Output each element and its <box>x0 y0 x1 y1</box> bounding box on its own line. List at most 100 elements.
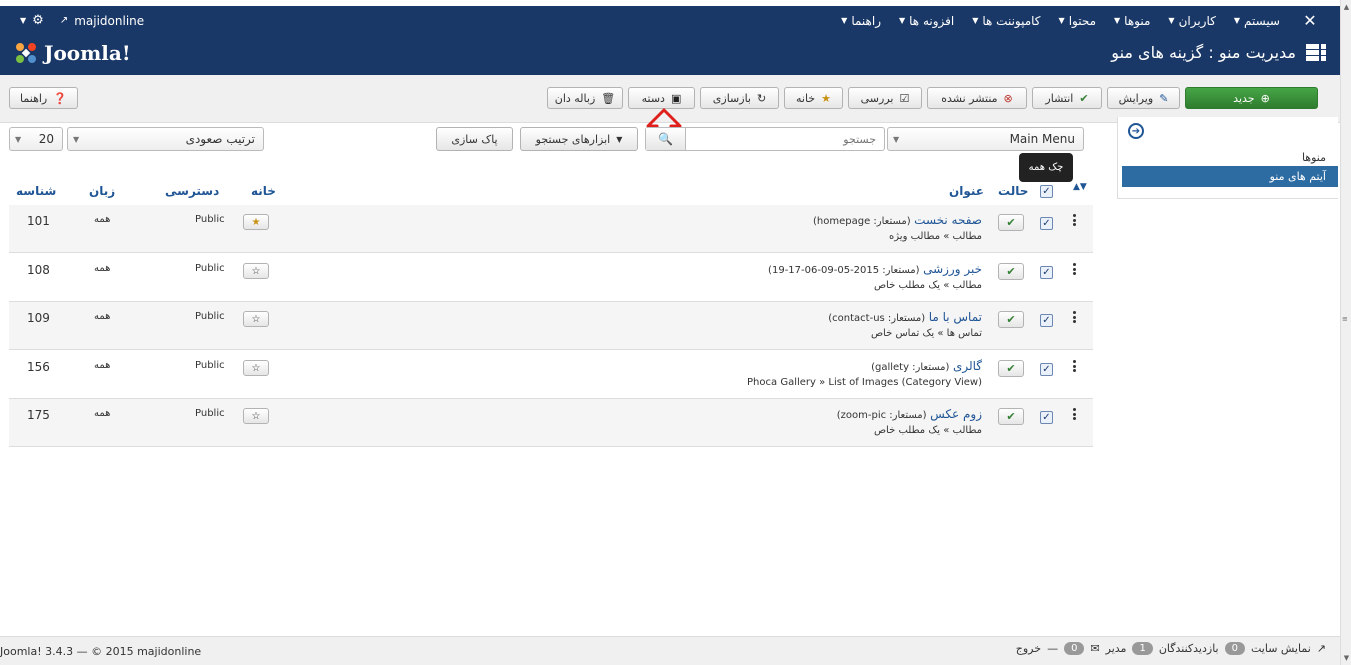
home-toggle[interactable]: ★ <box>243 214 269 230</box>
column-home[interactable]: خانه <box>251 184 276 198</box>
menu-extensions[interactable]: افزونه ها ▼ <box>899 14 954 28</box>
help-button[interactable]: راهنما ❓ <box>9 87 78 109</box>
rebuild-button[interactable]: بازسازی ↻ <box>700 87 779 109</box>
item-title-link[interactable]: صفحه نخست <box>914 213 982 227</box>
home-toggle[interactable]: ☆ <box>243 360 269 376</box>
item-access: Public <box>195 360 225 371</box>
check-icon: ✔ <box>1006 313 1016 326</box>
drag-handle-icon[interactable] <box>1073 263 1077 275</box>
column-access[interactable]: دسترسی <box>165 184 219 198</box>
top-menu: ✕ سیستم ▼ کاربران ▼ منوها ▼ محتوا ▼ کامپوننت… <box>823 6 1320 35</box>
published-toggle[interactable]: ✔ <box>998 214 1024 231</box>
home-toggle[interactable]: ☆ <box>243 408 269 424</box>
row-checkbox[interactable]: ✓ <box>1040 217 1053 230</box>
top-navbar: ✕ سیستم ▼ کاربران ▼ منوها ▼ محتوا ▼ کامپوننت… <box>0 0 1340 35</box>
column-status[interactable]: حالت <box>998 184 1028 198</box>
item-alias: (مستعار: homepage) <box>812 216 911 227</box>
drag-handle-icon[interactable] <box>1073 311 1077 323</box>
list-icon <box>1306 43 1326 62</box>
item-type: تماس ها » یک تماس خاص <box>870 328 982 339</box>
new-label: جدید <box>1233 91 1255 105</box>
published-toggle[interactable]: ✔ <box>998 263 1024 280</box>
menu-help[interactable]: راهنما ▼ <box>841 14 881 28</box>
item-alias: (مستعار: zoom-pic) <box>836 410 927 421</box>
sidebar-item-menus[interactable]: منوها <box>1302 151 1326 164</box>
row-checkbox[interactable]: ✓ <box>1040 363 1053 376</box>
chevron-down-icon: ▼ <box>972 16 979 25</box>
envelope-icon[interactable]: ✉ <box>1090 642 1099 655</box>
row-checkbox[interactable]: ✓ <box>1040 314 1053 327</box>
order-select[interactable]: ▼ ترتیب صعودی <box>67 127 264 151</box>
limit-select[interactable]: ▼ 20 <box>9 127 63 151</box>
published-toggle[interactable]: ✔ <box>998 360 1024 377</box>
row-checkbox[interactable]: ✓ <box>1040 411 1053 424</box>
menu-menus[interactable]: منوها ▼ <box>1114 14 1150 28</box>
clear-button[interactable]: پاک سازی <box>436 127 513 151</box>
checkin-button[interactable]: بررسی ☑ <box>848 87 922 109</box>
joomla-icon[interactable]: ✕ <box>1300 11 1320 31</box>
logout-link[interactable]: خروج <box>1016 642 1041 655</box>
refresh-icon: ↻ <box>757 91 767 105</box>
scrollbar[interactable]: ▲ ≡ ▼ <box>1340 0 1351 665</box>
item-language: همه <box>94 408 111 419</box>
check-all-checkbox[interactable]: ✓ <box>1040 185 1053 198</box>
new-button[interactable]: جدید ⊕ <box>1185 87 1318 109</box>
column-title[interactable]: عنوان <box>949 184 984 198</box>
chevron-down-icon: ▼ <box>1168 16 1175 25</box>
remove-circle-icon: ⊗ <box>1003 91 1013 105</box>
user-menu[interactable]: ▼ ⚙ <box>20 13 44 28</box>
drag-handle-icon[interactable] <box>1073 214 1077 226</box>
batch-button[interactable]: دسته ▣ <box>628 87 695 109</box>
home-button[interactable]: خانه ★ <box>784 87 843 109</box>
item-title-link[interactable]: خبر ورزشی <box>923 262 982 276</box>
menu-select[interactable]: ▼ Main Menu <box>887 127 1084 151</box>
star-outline-icon: ☆ <box>251 362 261 374</box>
page-header: Joomla! مدیریت منو : گزینه های منو <box>0 35 1340 75</box>
row-checkbox[interactable]: ✓ <box>1040 266 1053 279</box>
item-title-link[interactable]: زوم عکس <box>930 407 982 421</box>
rebuild-label: بازسازی <box>712 91 751 105</box>
column-id[interactable]: شناسه <box>16 184 56 198</box>
item-title-link[interactable]: گالری <box>953 359 982 373</box>
trash-icon: 🗑 <box>601 91 616 105</box>
item-title-link[interactable]: تماس با ما <box>929 310 982 324</box>
sidebar: ➔ منوها آیتم های منو <box>1117 117 1338 199</box>
chevron-down-icon: ▼ <box>1114 16 1121 25</box>
table-row: ✓ ✔ گالری (مستعار: gallety) Phoca Gallery »… <box>9 351 1093 399</box>
star-outline-icon: ☆ <box>251 313 261 325</box>
item-title-line: خبر ورزشی (مستعار: 2015-05-09-06-17-19) <box>768 262 982 276</box>
drag-handle-icon[interactable] <box>1073 408 1077 420</box>
column-language[interactable]: زبان <box>89 184 115 198</box>
gear-icon: ⚙ <box>32 13 44 28</box>
joomla-logo[interactable]: Joomla! <box>12 39 131 67</box>
menu-content[interactable]: محتوا ▼ <box>1059 14 1096 28</box>
scroll-down-icon[interactable]: ▼ <box>1342 653 1351 662</box>
published-toggle[interactable]: ✔ <box>998 311 1024 328</box>
arrow-right-circle-icon[interactable]: ➔ <box>1128 123 1144 139</box>
view-site-link[interactable]: نمایش سایت <box>1251 642 1311 655</box>
status-footer: Joomla! 3.4.3 — © 2015 majidonline ↗ نما… <box>0 636 1340 665</box>
edit-button[interactable]: ویرایش ✎ <box>1107 87 1180 109</box>
site-link[interactable]: ↗ majidonline <box>60 14 144 28</box>
trash-button[interactable]: زباله دان 🗑 <box>547 87 623 109</box>
menu-components[interactable]: کامپوننت ها ▼ <box>972 14 1040 28</box>
search-button[interactable]: 🔍 <box>646 128 686 150</box>
item-access: Public <box>195 214 225 225</box>
search-input[interactable] <box>686 128 884 150</box>
home-toggle[interactable]: ☆ <box>243 311 269 327</box>
sort-icon[interactable]: ▲▼ <box>1073 182 1087 192</box>
menu-label: کامپوننت ها <box>982 13 1041 28</box>
search-tools-button[interactable]: ابزارهای جستجو ▼ <box>520 127 638 151</box>
sidebar-item-menu-items[interactable]: آیتم های منو <box>1122 166 1338 187</box>
home-toggle[interactable]: ☆ <box>243 263 269 279</box>
unpublish-button[interactable]: منتشر نشده ⊗ <box>927 87 1027 109</box>
scroll-up-icon[interactable]: ▲ <box>1342 2 1351 11</box>
caret-down-icon: ▼ <box>893 134 900 144</box>
drag-handle-icon[interactable] <box>1073 360 1077 372</box>
check-icon: ✔ <box>1006 410 1016 423</box>
menu-system[interactable]: سیستم ▼ <box>1234 14 1280 28</box>
menu-users[interactable]: کاربران ▼ <box>1168 14 1215 28</box>
publish-button[interactable]: انتشار ✔ <box>1032 87 1102 109</box>
star-icon: ★ <box>821 91 831 105</box>
published-toggle[interactable]: ✔ <box>998 408 1024 425</box>
